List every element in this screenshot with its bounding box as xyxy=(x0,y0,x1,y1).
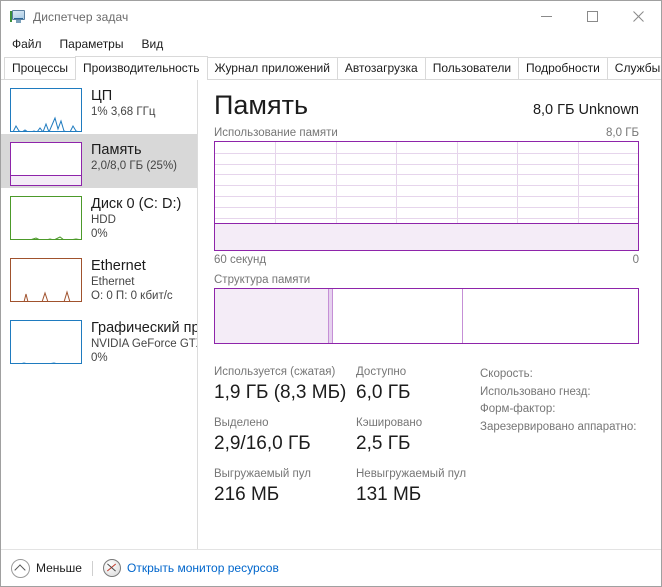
performance-body: ЦП 1% 3,68 ГГц Память 2,0/8,0 ГБ (25%) Д… xyxy=(1,80,661,574)
composition-segment-standby xyxy=(333,289,463,343)
sidebar-item-sub-disk-type: HDD xyxy=(91,214,116,226)
tab-details[interactable]: Подробности xyxy=(518,57,608,79)
resource-monitor-icon xyxy=(102,559,121,577)
stat-value-cached: 2,5 ГБ xyxy=(356,433,411,454)
sysinfo-form-factor: Форм-фактор: xyxy=(480,403,556,415)
memory-mini-graph xyxy=(10,142,82,186)
memory-composition-bar[interactable] xyxy=(214,288,639,344)
memory-usage-axis: 60 секунд 0 xyxy=(214,254,639,266)
fewer-details-label: Меньше xyxy=(36,561,82,575)
memory-usage-area xyxy=(215,223,638,250)
memory-usage-section-header: Использование памяти 8,0 ГБ xyxy=(214,127,639,139)
stat-row-pools: Выгружаемый пул 216 МБ Невыгружаемый пул… xyxy=(214,467,472,507)
sidebar-item-sub-cpu: 1% 3,68 ГГц xyxy=(91,106,156,118)
footer-divider xyxy=(91,560,93,576)
composition-segment-free xyxy=(462,289,638,343)
memory-composition-section-header: Структура памяти xyxy=(214,274,639,286)
memory-header: Память 8,0 ГБ Unknown xyxy=(214,80,639,121)
sidebar-item-disk[interactable]: Диск 0 (C: D:) HDD 0% xyxy=(1,188,197,250)
disk-mini-graph xyxy=(10,196,82,240)
axis-right-label: 0 xyxy=(632,254,639,266)
stat-row-used-available: Используется (сжатая) 1,9 ГБ (8,3 МБ) До… xyxy=(214,365,472,405)
stat-committed: Выделено 2,9/16,0 ГБ xyxy=(214,416,356,456)
memory-usage-max: 8,0 ГБ xyxy=(606,127,639,139)
memory-total-spec: 8,0 ГБ Unknown xyxy=(532,102,639,118)
window-title: Диспетчер задач xyxy=(33,10,129,24)
gpu-mini-graph xyxy=(10,320,82,364)
menu-bar: Файл Параметры Вид xyxy=(1,33,661,55)
task-manager-icon xyxy=(10,9,26,25)
memory-composition-label: Структура памяти xyxy=(214,274,311,286)
page-title: Память xyxy=(214,90,309,120)
sidebar-item-cpu[interactable]: ЦП 1% 3,68 ГГц xyxy=(1,80,197,134)
sidebar-item-sub-gpu-usage: 0% xyxy=(91,352,108,364)
tab-services[interactable]: Службы xyxy=(606,57,661,79)
stat-value-committed: 2,9/16,0 ГБ xyxy=(214,433,311,454)
tab-startup[interactable]: Автозагрузка xyxy=(336,57,426,79)
sidebar-item-label-gpu: Графический пр xyxy=(91,320,198,336)
stat-label-cached: Кэшировано xyxy=(356,417,423,429)
sidebar-item-label-ethernet: Ethernet xyxy=(91,258,146,274)
sidebar-item-label-memory: Память xyxy=(91,142,142,158)
stat-in-use: Используется (сжатая) 1,9 ГБ (8,3 МБ) xyxy=(214,365,356,405)
stat-cached: Кэшировано 2,5 ГБ xyxy=(356,416,422,456)
sidebar-item-sub-memory: 2,0/8,0 ГБ (25%) xyxy=(91,160,178,172)
title-bar: Диспетчер задач xyxy=(1,1,661,33)
menu-item-file[interactable]: Файл xyxy=(9,35,51,53)
sidebar-item-sub-ethernet-rate: О: 0 П: 0 кбит/с xyxy=(91,290,173,302)
axis-left-label: 60 секунд xyxy=(214,254,267,266)
sysinfo-slots-used: Использовано гнезд: xyxy=(480,385,591,398)
sidebar-item-memory[interactable]: Память 2,0/8,0 ГБ (25%) xyxy=(1,134,197,188)
fewer-details-button[interactable]: Меньше xyxy=(11,558,82,578)
sidebar-item-sub-gpu-model: NVIDIA GeForce GTX xyxy=(91,338,198,350)
task-manager-window: Диспетчер задач Файл Параметры Вид Проце… xyxy=(0,0,662,587)
ethernet-mini-graph xyxy=(10,258,82,302)
window-controls xyxy=(523,1,661,33)
memory-statistics: Используется (сжатая) 1,9 ГБ (8,3 МБ) До… xyxy=(214,365,639,518)
tab-processes[interactable]: Процессы xyxy=(4,57,77,79)
memory-stats-columns: Используется (сжатая) 1,9 ГБ (8,3 МБ) До… xyxy=(214,365,472,518)
tab-strip: Процессы Производительность Журнал прило… xyxy=(1,55,661,80)
memory-usage-label: Использование памяти xyxy=(214,127,338,139)
stat-nonpaged-pool: Невыгружаемый пул 131 МБ xyxy=(356,467,466,507)
composition-segment-in-use xyxy=(215,289,328,343)
open-resource-monitor-label: Открыть монитор ресурсов xyxy=(126,561,279,575)
sidebar-item-label-disk: Диск 0 (C: D:) xyxy=(91,196,182,212)
stat-label-paged-pool: Выгружаемый пул xyxy=(214,468,311,480)
cpu-mini-graph xyxy=(10,88,82,132)
close-button[interactable] xyxy=(615,1,661,32)
memory-detail-panel: Память 8,0 ГБ Unknown Использование памя… xyxy=(198,80,661,574)
tab-app-history[interactable]: Журнал приложений xyxy=(206,57,338,79)
resource-sidebar: ЦП 1% 3,68 ГГц Память 2,0/8,0 ГБ (25%) Д… xyxy=(1,80,198,574)
menu-item-view[interactable]: Вид xyxy=(138,35,172,53)
maximize-button[interactable] xyxy=(569,1,615,32)
sidebar-item-gpu[interactable]: Графический пр NVIDIA GeForce GTX 0% xyxy=(1,312,197,374)
stat-value-paged-pool: 216 МБ xyxy=(214,484,280,505)
sidebar-item-sub-disk-usage: 0% xyxy=(91,228,108,240)
sysinfo-hardware-reserved: Зарезервировано аппаратно: xyxy=(480,420,637,433)
tab-users[interactable]: Пользователи xyxy=(424,57,520,79)
open-resource-monitor-link[interactable]: Открыть монитор ресурсов xyxy=(102,559,279,577)
minimize-button[interactable] xyxy=(523,1,569,32)
sysinfo-speed: Скорость: xyxy=(480,368,533,380)
stat-row-committed-cached: Выделено 2,9/16,0 ГБ Кэшировано 2,5 ГБ xyxy=(214,416,472,456)
tab-performance[interactable]: Производительность xyxy=(75,56,208,80)
status-bar: Меньше Открыть монитор ресурсов xyxy=(1,549,661,586)
stat-value-in-use: 1,9 ГБ (8,3 МБ) xyxy=(214,382,347,403)
stat-value-nonpaged-pool: 131 МБ xyxy=(356,484,422,505)
stat-label-in-use: Используется (сжатая) xyxy=(214,366,336,378)
memory-usage-chart[interactable] xyxy=(214,141,639,251)
stat-label-available: Доступно xyxy=(356,366,407,378)
stat-label-nonpaged-pool: Невыгружаемый пул xyxy=(356,468,467,480)
sidebar-item-sub-ethernet-type: Ethernet xyxy=(91,276,135,288)
sidebar-item-ethernet[interactable]: Ethernet Ethernet О: 0 П: 0 кбит/с xyxy=(1,250,197,312)
stat-value-available: 6,0 ГБ xyxy=(356,382,411,403)
stat-label-committed: Выделено xyxy=(214,417,269,429)
memory-system-info: Скорость: Использовано гнезд: Форм-факто… xyxy=(472,365,636,518)
chevron-up-circle-icon xyxy=(11,558,30,578)
stat-available: Доступно 6,0 ГБ xyxy=(356,365,410,405)
sidebar-item-label-cpu: ЦП xyxy=(91,88,113,104)
menu-item-options[interactable]: Параметры xyxy=(57,35,133,53)
stat-paged-pool: Выгружаемый пул 216 МБ xyxy=(214,467,356,507)
